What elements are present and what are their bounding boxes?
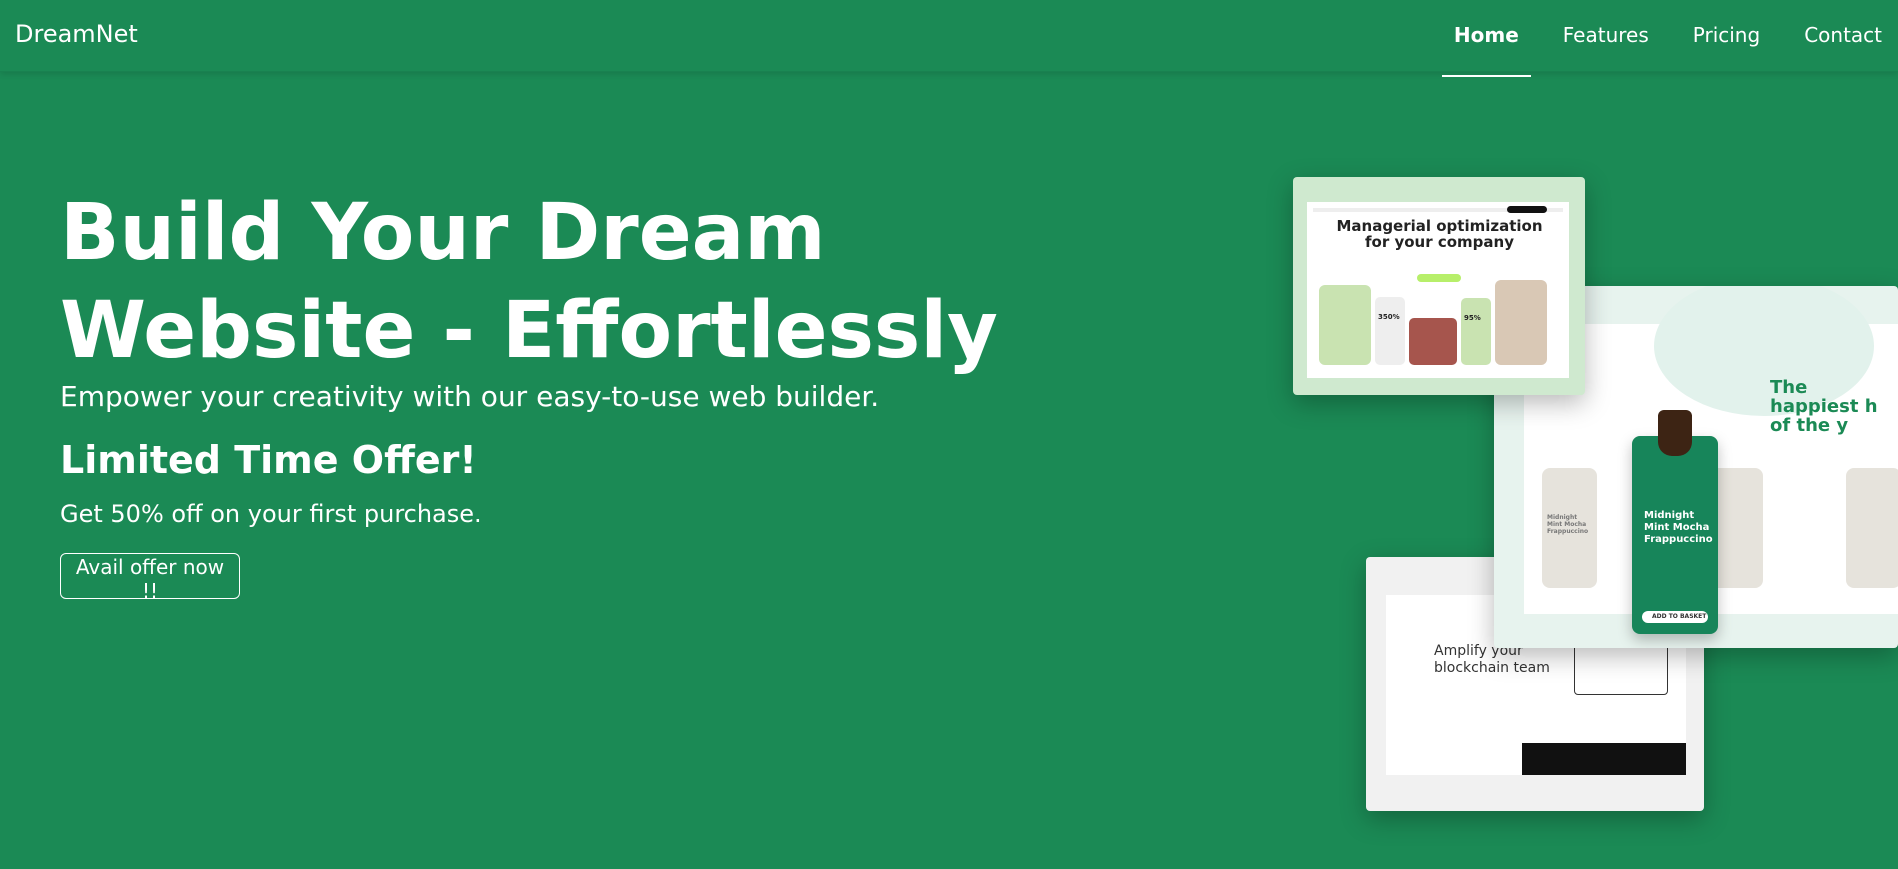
mockup-featured-card: Midnight Mint Mocha Frappuccino ADD TO B… xyxy=(1632,410,1718,634)
mockup-featured-title: Midnight Mint Mocha Frappuccino xyxy=(1644,510,1713,545)
mockup-stat1: 350% xyxy=(1378,313,1400,321)
mockup-card-stat2: 95% xyxy=(1461,298,1491,365)
top-navbar: DreamNet Home Features Pricing Contact xyxy=(0,0,1898,77)
mockup-frappuccino-image xyxy=(1658,410,1692,456)
nav-features[interactable]: Features xyxy=(1561,17,1651,55)
nav-pricing[interactable]: Pricing xyxy=(1691,17,1762,55)
mockup-drink-label: Midnight Mint Mocha Frappuccino xyxy=(1547,514,1589,535)
mockup-photo-woman xyxy=(1495,280,1547,365)
mockup-blockchain-footer xyxy=(1522,743,1686,775)
nav-menu: Home Features Pricing Contact xyxy=(1412,0,1884,77)
mockup-drink-card-1: Midnight Mint Mocha Frappuccino xyxy=(1542,468,1597,588)
hero-title: Build Your Dream Website - Effortlessly xyxy=(60,188,998,376)
avail-offer-button[interactable]: Avail offer now !! xyxy=(60,553,240,603)
nav-contact[interactable]: Contact xyxy=(1802,17,1884,55)
mockup-coffee-heading: The happiest h of the y xyxy=(1770,377,1878,436)
nav-home[interactable]: Home xyxy=(1441,17,1531,77)
mockup-add-basket-label: ADD TO BASKET xyxy=(1652,613,1707,620)
mockup-photo-team xyxy=(1409,318,1457,365)
brand-logo[interactable]: DreamNet xyxy=(15,20,138,48)
mockup-heading: Managerial optimization for your company xyxy=(1336,217,1543,251)
mockup-green-button xyxy=(1417,274,1461,282)
offer-title: Limited Time Offer! xyxy=(60,438,477,482)
mockup-managerial-screen: Managerial optimization for your company… xyxy=(1307,202,1569,378)
mockup-card-green xyxy=(1319,285,1371,365)
hero-subtitle: Empower your creativity with our easy-to… xyxy=(60,380,880,413)
mockup-stat2: 95% xyxy=(1464,314,1481,322)
mockup-card-stat1: 350% xyxy=(1375,297,1405,365)
mockup-add-basket-button: ADD TO BASKET xyxy=(1642,611,1708,623)
mockup-managerial: Managerial optimization for your company… xyxy=(1293,177,1585,395)
mockup-drink-card-3 xyxy=(1846,468,1898,588)
offer-text: Get 50% off on your first purchase. xyxy=(60,500,482,528)
mockup-blockchain-heading: Amplify your blockchain team xyxy=(1434,643,1550,676)
mockup-cta-pill xyxy=(1507,206,1547,213)
